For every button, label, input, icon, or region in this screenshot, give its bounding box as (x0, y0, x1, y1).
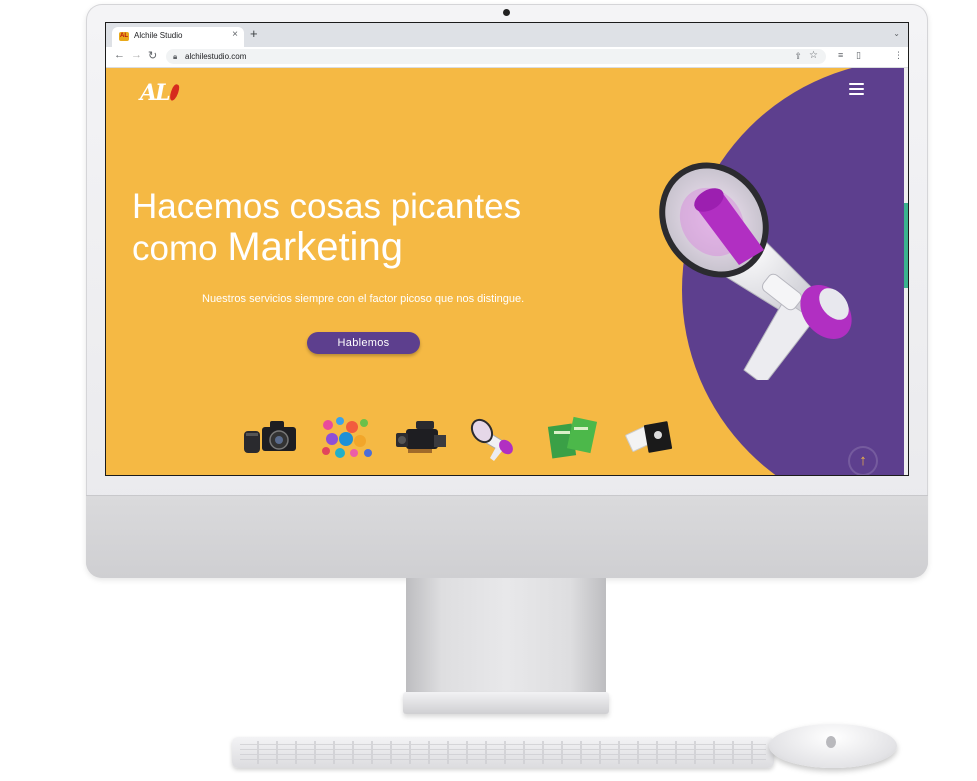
browser-menu-icon[interactable]: ⋮ (894, 50, 903, 61)
lock-icon: 🔒︎ (173, 52, 178, 61)
share-icon[interactable]: ⇪ (794, 51, 802, 62)
print-icon[interactable] (546, 413, 602, 461)
hero-subtitle: Nuestros servicios siempre con el factor… (202, 293, 525, 305)
tab-close-icon[interactable]: × (232, 29, 238, 40)
page-scrollbar[interactable] (904, 68, 908, 475)
megaphone-icon (659, 162, 852, 380)
magic-mouse (769, 724, 897, 768)
business-cards-icon[interactable] (622, 413, 678, 461)
tab-title: Alchile Studio (134, 31, 183, 40)
scrollbar-thumb[interactable] (904, 203, 908, 288)
services-row (242, 413, 682, 463)
browser-toolbar: ← → ↻ 🔒︎ alchilestudio.com ⇪ ☆ ≡ ▯ ⋮ (106, 47, 908, 68)
headline-line-2: como Marketing (132, 225, 403, 269)
new-tab-button[interactable]: + (250, 26, 258, 41)
star-icon[interactable]: ☆ (809, 50, 818, 61)
monitor-stand (406, 578, 606, 696)
keyboard (232, 737, 774, 768)
tab-search-icon[interactable]: ⌄ (893, 29, 900, 38)
screen: AL Alchile Studio × + ⌄ ← → ↻ 🔒︎ alchile… (106, 23, 908, 475)
scroll-to-top-button[interactable]: ↑ (850, 448, 876, 474)
megaphone-small-icon[interactable] (470, 413, 526, 461)
monitor-stand-base (403, 692, 609, 714)
reading-list-icon[interactable]: ≡ (838, 50, 843, 60)
browser-tab-bar: AL Alchile Studio × + ⌄ (106, 23, 908, 47)
side-panel-icon[interactable]: ▯ (856, 50, 861, 61)
headline-highlight: Marketing (227, 225, 403, 269)
browser-tab[interactable]: AL Alchile Studio × (112, 27, 244, 47)
address-bar[interactable]: 🔒︎ alchilestudio.com ⇪ ☆ (166, 49, 826, 64)
video-camera-icon[interactable] (394, 413, 450, 461)
camera-icon[interactable] (242, 413, 298, 461)
webcam-icon (503, 9, 510, 16)
apple-logo-icon (826, 736, 836, 748)
website-hero: AL Hacemos cosas picantes como Marketing… (106, 68, 908, 475)
monitor-chin (86, 495, 928, 578)
social-media-icon[interactable] (318, 413, 374, 461)
hablemos-button[interactable]: Hablemos (307, 332, 420, 354)
url-text[interactable]: alchilestudio.com (185, 52, 246, 61)
chili-icon (167, 83, 181, 102)
reload-button[interactable]: ↻ (148, 49, 157, 62)
hero-headline: Hacemos cosas picantes como Marketing (132, 186, 602, 269)
headline-line-1: Hacemos cosas picantes (132, 187, 522, 226)
back-button[interactable]: ← (114, 49, 125, 61)
site-logo[interactable]: AL (140, 80, 181, 106)
favicon-icon: AL (119, 32, 129, 41)
hamburger-menu-icon[interactable] (849, 83, 864, 95)
forward-button[interactable]: → (131, 49, 142, 61)
